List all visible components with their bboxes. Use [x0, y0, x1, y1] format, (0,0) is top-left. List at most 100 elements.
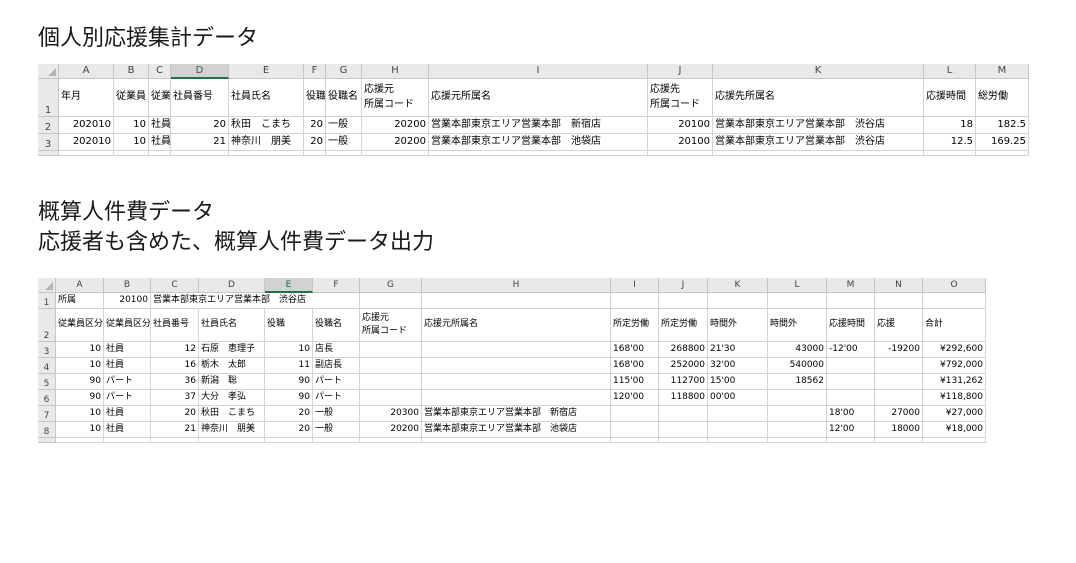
- column-header-b[interactable]: B: [104, 278, 151, 293]
- row-header-8[interactable]: 8: [38, 422, 56, 438]
- column-header-o[interactable]: O: [923, 278, 986, 293]
- data-cell-j[interactable]: 20100: [648, 134, 713, 151]
- data-cell-o[interactable]: ¥27,000: [923, 406, 986, 422]
- header-cell-l[interactable]: 時間外: [768, 309, 827, 342]
- data-cell-c[interactable]: 16: [151, 358, 199, 374]
- data-cell-e[interactable]: 20: [265, 422, 313, 438]
- column-header-d[interactable]: D: [171, 64, 229, 79]
- data-cell-h[interactable]: 20200: [362, 134, 429, 151]
- data-cell-l[interactable]: 18: [924, 117, 976, 134]
- column-header-j[interactable]: J: [648, 64, 713, 79]
- data-cell-e[interactable]: 神奈川 朋美: [229, 134, 304, 151]
- header-cell-i[interactable]: 所定労働: [611, 309, 659, 342]
- data-cell-i[interactable]: [611, 422, 659, 438]
- header-cell-h[interactable]: 応援元所属名: [422, 309, 611, 342]
- data-cell-b[interactable]: 社員: [104, 406, 151, 422]
- column-header-k[interactable]: K: [708, 278, 768, 293]
- data-cell-c[interactable]: 社員: [149, 117, 171, 134]
- data-cell-c[interactable]: 21: [151, 422, 199, 438]
- data-cell-a[interactable]: 10: [56, 422, 104, 438]
- affiliation-code[interactable]: 20100: [104, 293, 151, 309]
- header-cell-a[interactable]: 年月: [59, 79, 114, 117]
- column-header-d[interactable]: D: [199, 278, 265, 293]
- cell-empty[interactable]: [708, 293, 768, 309]
- data-cell-k[interactable]: 32'00: [708, 358, 768, 374]
- header-cell-i[interactable]: 応援元所属名: [429, 79, 648, 117]
- column-header-i[interactable]: I: [611, 278, 659, 293]
- column-header-h[interactable]: H: [362, 64, 429, 79]
- data-cell-c[interactable]: 12: [151, 342, 199, 358]
- data-cell-i[interactable]: 115'00: [611, 374, 659, 390]
- data-cell-o[interactable]: ¥18,000: [923, 422, 986, 438]
- data-cell-k[interactable]: 21'30: [708, 342, 768, 358]
- data-cell-k[interactable]: [708, 422, 768, 438]
- header-cell-b[interactable]: 従業員区分: [104, 309, 151, 342]
- data-cell-k[interactable]: 00'00: [708, 390, 768, 406]
- column-header-n[interactable]: N: [875, 278, 923, 293]
- cell-empty[interactable]: [768, 293, 827, 309]
- column-header-h[interactable]: H: [422, 278, 611, 293]
- cell-empty[interactable]: [659, 293, 708, 309]
- data-cell-g[interactable]: 20200: [360, 422, 422, 438]
- select-all-corner[interactable]: [38, 64, 59, 79]
- data-cell-b[interactable]: パート: [104, 374, 151, 390]
- column-header-i[interactable]: I: [429, 64, 648, 79]
- row-header-2[interactable]: 2: [38, 117, 59, 134]
- column-header-l[interactable]: L: [924, 64, 976, 79]
- header-cell-k[interactable]: 時間外: [708, 309, 768, 342]
- data-cell-m[interactable]: [827, 374, 875, 390]
- data-cell-a[interactable]: 10: [56, 406, 104, 422]
- data-cell-g[interactable]: [360, 358, 422, 374]
- header-cell-n[interactable]: 応援: [875, 309, 923, 342]
- header-cell-j[interactable]: 応援先 所属コード: [648, 79, 713, 117]
- data-cell-b[interactable]: パート: [104, 390, 151, 406]
- data-cell-b[interactable]: 10: [114, 117, 149, 134]
- data-cell-a[interactable]: 10: [56, 342, 104, 358]
- data-cell-g[interactable]: 一般: [326, 134, 362, 151]
- data-cell-b[interactable]: 社員: [104, 342, 151, 358]
- header-cell-c[interactable]: 社員番号: [151, 309, 199, 342]
- data-cell-f[interactable]: パート: [313, 390, 360, 406]
- data-cell-d[interactable]: 石原 恵理子: [199, 342, 265, 358]
- data-cell-j[interactable]: 20100: [648, 117, 713, 134]
- header-cell-c[interactable]: 従業: [149, 79, 171, 117]
- row-header-7[interactable]: 7: [38, 406, 56, 422]
- header-cell-k[interactable]: 応援先所属名: [713, 79, 924, 117]
- data-cell-j[interactable]: 118800: [659, 390, 708, 406]
- data-cell-a[interactable]: 90: [56, 374, 104, 390]
- data-cell-b[interactable]: 社員: [104, 358, 151, 374]
- data-cell-h[interactable]: [422, 390, 611, 406]
- data-cell-j[interactable]: [659, 406, 708, 422]
- data-cell-g[interactable]: 一般: [326, 117, 362, 134]
- data-cell-d[interactable]: 21: [171, 134, 229, 151]
- data-cell-j[interactable]: 252000: [659, 358, 708, 374]
- column-header-f[interactable]: F: [304, 64, 326, 79]
- header-cell-o[interactable]: 合計: [923, 309, 986, 342]
- column-header-f[interactable]: F: [313, 278, 360, 293]
- data-cell-k[interactable]: [708, 406, 768, 422]
- data-cell-a[interactable]: 202010: [59, 117, 114, 134]
- column-header-g[interactable]: G: [360, 278, 422, 293]
- data-cell-k[interactable]: 営業本部東京エリア営業本部 渋谷店: [713, 117, 924, 134]
- data-cell-f[interactable]: 一般: [313, 406, 360, 422]
- data-cell-d[interactable]: 神奈川 朋美: [199, 422, 265, 438]
- data-cell-l[interactable]: [768, 422, 827, 438]
- data-cell-b[interactable]: 10: [114, 134, 149, 151]
- data-cell-g[interactable]: 20300: [360, 406, 422, 422]
- header-cell-m[interactable]: 総労働: [976, 79, 1029, 117]
- data-cell-c[interactable]: 36: [151, 374, 199, 390]
- data-cell-m[interactable]: -12'00: [827, 342, 875, 358]
- data-cell-n[interactable]: [875, 390, 923, 406]
- column-header-b[interactable]: B: [114, 64, 149, 79]
- header-cell-e[interactable]: 役職: [265, 309, 313, 342]
- data-cell-m[interactable]: [827, 390, 875, 406]
- column-header-e[interactable]: E: [265, 278, 313, 293]
- header-cell-j[interactable]: 所定労働: [659, 309, 708, 342]
- data-cell-h[interactable]: [422, 374, 611, 390]
- column-header-a[interactable]: A: [59, 64, 114, 79]
- data-cell-d[interactable]: 大分 孝弘: [199, 390, 265, 406]
- data-cell-f[interactable]: 店長: [313, 342, 360, 358]
- column-header-k[interactable]: K: [713, 64, 924, 79]
- data-cell-o[interactable]: ¥792,000: [923, 358, 986, 374]
- data-cell-c[interactable]: 37: [151, 390, 199, 406]
